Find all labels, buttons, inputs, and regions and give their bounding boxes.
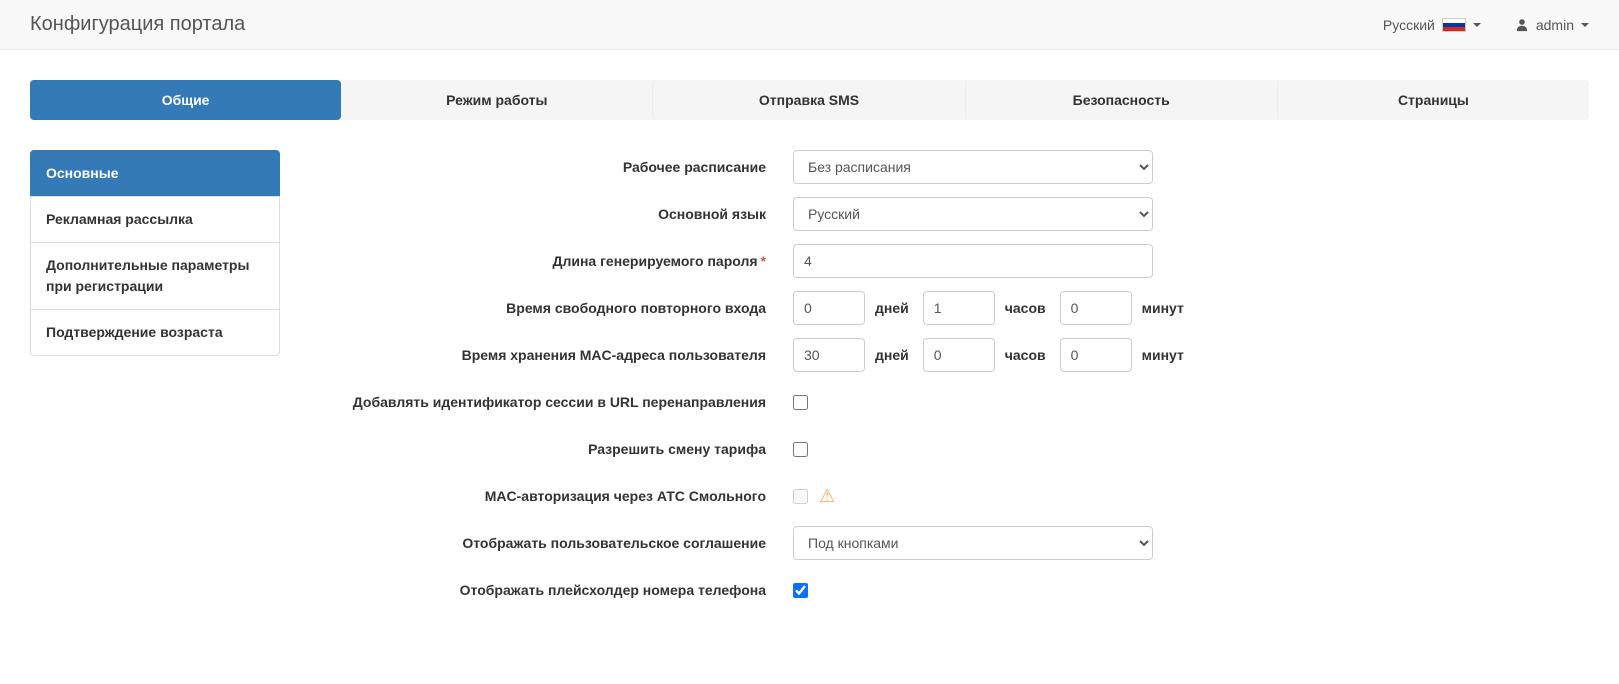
minutes-unit-label: минут — [1141, 347, 1184, 363]
session-url-checkbox[interactable] — [793, 394, 808, 410]
tab-general[interactable]: Общие — [30, 80, 342, 120]
tab-sms-sending[interactable]: Отправка SMS — [652, 80, 964, 120]
content: Основные Рекламная рассылка Дополнительн… — [30, 150, 1589, 620]
password-length-input[interactable] — [793, 244, 1153, 278]
form-row: Время хранения MAC-адреса пользователя д… — [315, 338, 1589, 372]
sidebar: Основные Рекламная рассылка Дополнительн… — [30, 150, 280, 356]
user-icon — [1515, 18, 1529, 32]
russian-flag-icon — [1441, 17, 1466, 32]
user-dropdown[interactable]: admin — [1515, 17, 1589, 33]
chevron-down-icon — [1581, 22, 1589, 27]
form-row: Разрешить смену тарифа — [315, 432, 1589, 466]
main-language-select[interactable]: Русский — [793, 197, 1153, 231]
chevron-down-icon — [1472, 22, 1481, 27]
password-length-label: Длина генерируемого пароля * — [552, 252, 766, 269]
phone-placeholder-label: Отображать плейсхолдер номера телефона — [459, 581, 766, 598]
tab-pages[interactable]: Страницы — [1276, 80, 1589, 120]
topbar-right: Русский admin — [1383, 17, 1589, 33]
form-row: Добавлять идентификатор сессии в URL пер… — [315, 385, 1589, 419]
tariff-change-checkbox[interactable] — [793, 441, 808, 457]
schedule-label: Рабочее расписание — [622, 158, 766, 175]
tariff-change-label: Разрешить смену тарифа — [588, 440, 766, 457]
tab-bar: Общие Режим работы Отправка SMS Безопасн… — [30, 80, 1589, 120]
tab-security[interactable]: Безопасность — [964, 80, 1277, 120]
settings-form: Рабочее расписание Без расписания Основн… — [280, 150, 1589, 620]
required-asterisk: * — [760, 252, 766, 269]
hours-unit-label: часов — [1004, 347, 1046, 363]
form-row: Отображать пользовательское соглашение П… — [315, 526, 1589, 560]
free-reentry-hours-input[interactable] — [922, 291, 995, 325]
minutes-unit-label: минут — [1141, 300, 1184, 316]
form-row: Основной язык Русский — [315, 197, 1589, 231]
hours-unit-label: часов — [1004, 300, 1046, 316]
mac-storage-days-input[interactable] — [793, 338, 865, 372]
user-agreement-select[interactable]: Под кнопками — [793, 526, 1153, 560]
tab-work-mode[interactable]: Режим работы — [341, 80, 652, 120]
sidebar-item-age-confirmation[interactable]: Подтверждение возраста — [30, 309, 280, 356]
days-unit-label: дней — [875, 300, 909, 316]
form-row: Рабочее расписание Без расписания — [315, 150, 1589, 184]
mac-storage-label: Время хранения MAC-адреса пользователя — [461, 346, 766, 363]
free-reentry-label: Время свободного повторного входа — [506, 299, 766, 316]
main-container: Общие Режим работы Отправка SMS Безопасн… — [0, 50, 1619, 650]
language-dropdown[interactable]: Русский — [1383, 17, 1481, 33]
mac-storage-minutes-input[interactable] — [1059, 338, 1132, 372]
language-dropdown-label: Русский — [1382, 16, 1435, 33]
sidebar-item-ad-mailing[interactable]: Рекламная рассылка — [30, 196, 280, 243]
form-row: Длина генерируемого пароля * — [315, 244, 1589, 278]
free-reentry-minutes-input[interactable] — [1059, 291, 1132, 325]
mac-auth-label: MAC-авторизация через АТС Смольного — [484, 487, 766, 504]
mac-auth-checkbox — [793, 488, 808, 504]
form-row: MAC-авторизация через АТС Смольного ⚠ — [315, 479, 1589, 513]
form-row: Время свободного повторного входа дней ч… — [315, 291, 1589, 325]
days-unit-label: дней — [875, 347, 909, 363]
sidebar-item-main[interactable]: Основные — [30, 150, 280, 197]
warning-icon: ⚠ — [819, 486, 836, 506]
schedule-select[interactable]: Без расписания — [793, 150, 1153, 184]
page-title: Конфигурация портала — [30, 13, 246, 35]
session-url-label: Добавлять идентификатор сессии в URL пер… — [352, 393, 766, 410]
main-language-label: Основной язык — [658, 205, 766, 222]
user-agreement-label: Отображать пользовательское соглашение — [462, 534, 766, 551]
phone-placeholder-checkbox[interactable] — [793, 582, 808, 598]
form-row: Отображать плейсхолдер номера телефона — [315, 573, 1589, 607]
user-dropdown-label: admin — [1535, 16, 1574, 33]
free-reentry-days-input[interactable] — [793, 291, 865, 325]
sidebar-item-extra-registration-params[interactable]: Дополнительные параметры при регистрации — [30, 242, 280, 310]
topbar: Конфигурация портала Русский admin — [0, 0, 1619, 50]
mac-storage-hours-input[interactable] — [922, 338, 995, 372]
